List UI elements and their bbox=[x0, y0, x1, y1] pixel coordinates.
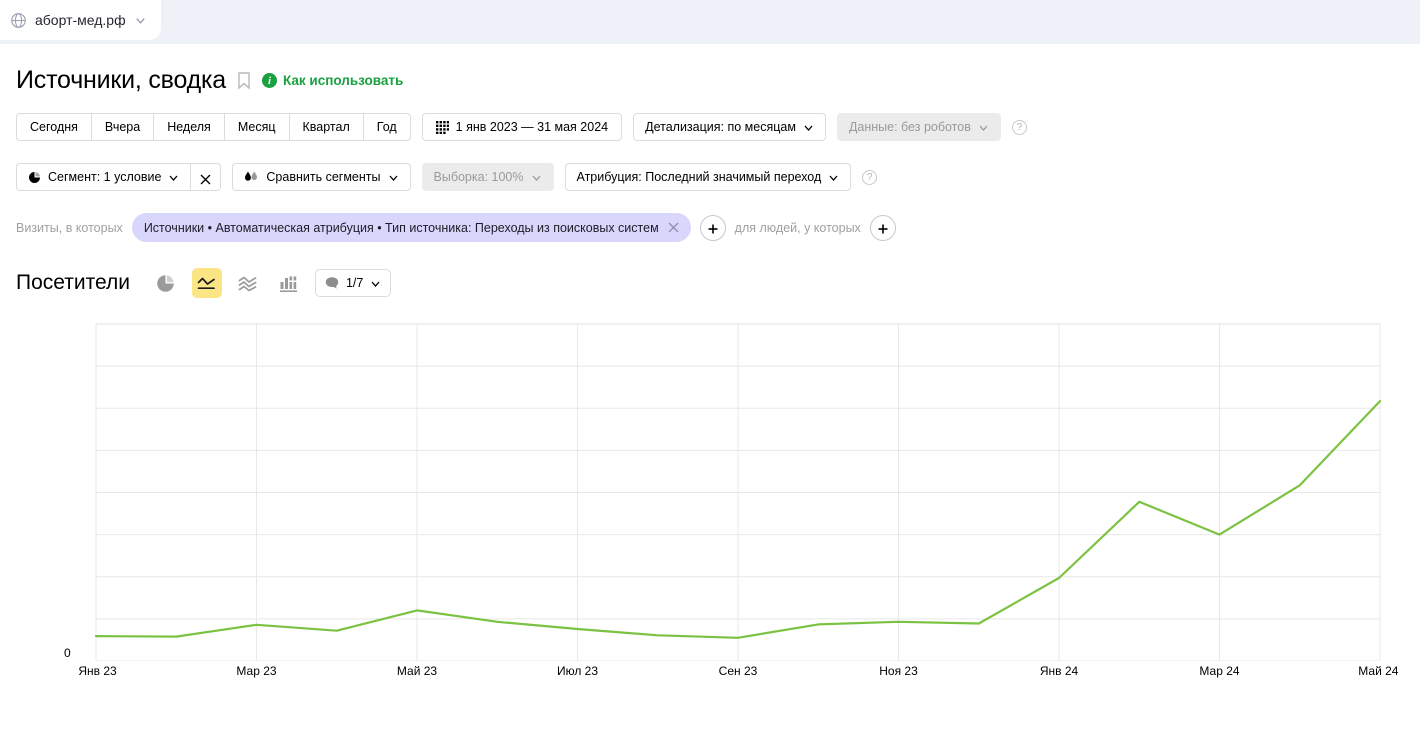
chevron-down-icon bbox=[168, 172, 179, 183]
segment-toolbar: Сегмент: 1 условие Сравнить сегменты Выб… bbox=[16, 163, 1404, 191]
x-axis-tick-label: Май 23 bbox=[396, 664, 438, 678]
chevron-down-icon bbox=[388, 172, 399, 183]
info-icon: i bbox=[262, 73, 278, 88]
x-axis-tick-label: Сен 23 bbox=[718, 664, 758, 678]
globe-icon bbox=[10, 12, 27, 29]
attribution-help-icon[interactable]: ? bbox=[862, 169, 878, 185]
compare-drops-icon bbox=[244, 170, 259, 184]
x-axis-tick-label: Янв 23 bbox=[78, 664, 117, 678]
chart-type-area-button[interactable] bbox=[233, 268, 263, 298]
data-robots-dropdown[interactable]: Данные: без роботов bbox=[836, 113, 1001, 141]
period-button-quarter[interactable]: Квартал bbox=[288, 113, 364, 141]
page-title: Источники, сводка bbox=[16, 66, 227, 94]
period-button-group: Сегодня Вчера Неделя Месяц Квартал Год bbox=[16, 113, 411, 141]
chevron-down-icon bbox=[370, 278, 381, 289]
metric-title: Посетители bbox=[16, 271, 130, 294]
x-axis-tick-label: Июл 23 bbox=[556, 664, 599, 678]
chart-type-line-button[interactable] bbox=[191, 268, 222, 298]
chart-canvas[interactable] bbox=[16, 316, 1404, 661]
attribution-dropdown[interactable]: Атрибуция: Последний значимый переход bbox=[564, 163, 852, 191]
metric-row: Посетители 1/7 bbox=[16, 268, 1404, 298]
browser-tab-strip: аборт-мед.рф bbox=[0, 0, 1420, 44]
visits-filter-chip[interactable]: Источники • Автоматическая атрибуция • Т… bbox=[131, 213, 691, 242]
site-name-label: аборт-мед.рф bbox=[35, 12, 126, 28]
data-robots-label: Данные: без роботов bbox=[848, 120, 971, 134]
chevron-down-icon bbox=[134, 14, 147, 27]
chevron-down-icon bbox=[978, 122, 989, 133]
bar-chart-icon bbox=[279, 274, 298, 293]
chevron-down-icon bbox=[828, 172, 839, 183]
x-axis-tick-label: Ноя 23 bbox=[879, 664, 918, 678]
segment-dropdown[interactable]: Сегмент: 1 условие bbox=[16, 163, 192, 191]
chart-type-pie-button[interactable] bbox=[151, 268, 181, 298]
comments-count-label: 1/7 bbox=[345, 276, 364, 290]
visits-filter-chip-label: Источники • Автоматическая атрибуция • Т… bbox=[143, 220, 659, 235]
visitors-line-chart[interactable]: 0 Янв 23 Мар 23 Май 23 Июл 23 Сен 23 Ноя 23 Ян… bbox=[16, 316, 1404, 681]
chevron-down-icon bbox=[531, 172, 542, 183]
chevron-down-icon bbox=[803, 122, 814, 133]
filter-row: Визиты, в которых Источники • Автоматиче… bbox=[16, 213, 1404, 242]
close-icon bbox=[200, 172, 211, 184]
date-range-picker[interactable]: 1 янв 2023 — 31 мая 2024 bbox=[421, 113, 623, 141]
plus-icon bbox=[707, 222, 719, 234]
x-axis-tick-label: Май 24 bbox=[1358, 664, 1399, 678]
comments-dropdown[interactable]: 1/7 bbox=[314, 269, 392, 297]
attribution-label: Атрибуция: Последний значимый переход bbox=[576, 170, 822, 184]
title-row: Источники, сводка i Как использовать bbox=[16, 44, 1404, 101]
bookmark-icon[interactable] bbox=[236, 71, 252, 90]
chart-type-bar-button[interactable] bbox=[274, 268, 304, 298]
detail-level-dropdown[interactable]: Детализация: по месяцам bbox=[633, 113, 826, 141]
add-visits-filter-button[interactable] bbox=[699, 214, 726, 241]
period-button-year[interactable]: Год bbox=[362, 113, 411, 141]
y-axis-zero-label: 0 bbox=[64, 646, 71, 660]
page-container: Источники, сводка i Как использовать Сег… bbox=[0, 44, 1420, 681]
x-axis-tick-labels: Янв 23 Мар 23 Май 23 Июл 23 Сен 23 Ноя 23 Янв … bbox=[16, 664, 1404, 682]
x-axis-tick-label: Мар 24 bbox=[1199, 664, 1240, 678]
compare-segments-dropdown[interactable]: Сравнить сегменты bbox=[232, 163, 411, 191]
how-to-use-label: Как использовать bbox=[283, 73, 404, 88]
sampling-label: Выборка: 100% bbox=[433, 170, 524, 184]
pie-chart-icon bbox=[28, 171, 41, 184]
segment-control: Сегмент: 1 условие bbox=[16, 163, 222, 191]
visits-filter-prefix-label: Визиты, в которых bbox=[16, 220, 123, 235]
comment-bubble-icon bbox=[325, 276, 339, 290]
x-axis-tick-label: Мар 23 bbox=[236, 664, 277, 678]
period-button-month[interactable]: Месяц bbox=[223, 113, 290, 141]
x-axis-tick-label: Янв 24 bbox=[1039, 664, 1079, 678]
area-chart-icon bbox=[238, 274, 257, 293]
segment-label: Сегмент: 1 условие bbox=[48, 170, 162, 184]
calendar-grid-icon bbox=[435, 120, 449, 134]
period-button-yesterday[interactable]: Вчера bbox=[90, 113, 155, 141]
detail-level-label: Детализация: по месяцам bbox=[645, 120, 796, 134]
segment-clear-button[interactable] bbox=[191, 163, 222, 191]
period-button-today[interactable]: Сегодня bbox=[16, 113, 92, 141]
period-button-week[interactable]: Неделя bbox=[153, 113, 225, 141]
how-to-use-link[interactable]: i Как использовать bbox=[262, 73, 403, 88]
close-icon[interactable] bbox=[668, 222, 679, 233]
compare-segments-label: Сравнить сегменты bbox=[266, 170, 381, 184]
people-filter-prefix-label: для людей, у которых bbox=[734, 220, 861, 235]
sampling-dropdown[interactable]: Выборка: 100% bbox=[421, 163, 554, 191]
plus-icon bbox=[877, 222, 889, 234]
pie-chart-icon bbox=[156, 274, 175, 293]
date-range-label: 1 янв 2023 — 31 мая 2024 bbox=[455, 120, 609, 134]
line-chart-icon bbox=[197, 274, 216, 293]
period-toolbar: Сегодня Вчера Неделя Месяц Квартал Год 1… bbox=[16, 113, 1404, 141]
site-selector-tab[interactable]: аборт-мед.рф bbox=[0, 0, 161, 40]
robots-help-icon[interactable]: ? bbox=[1011, 119, 1027, 135]
add-people-filter-button[interactable] bbox=[869, 214, 896, 241]
